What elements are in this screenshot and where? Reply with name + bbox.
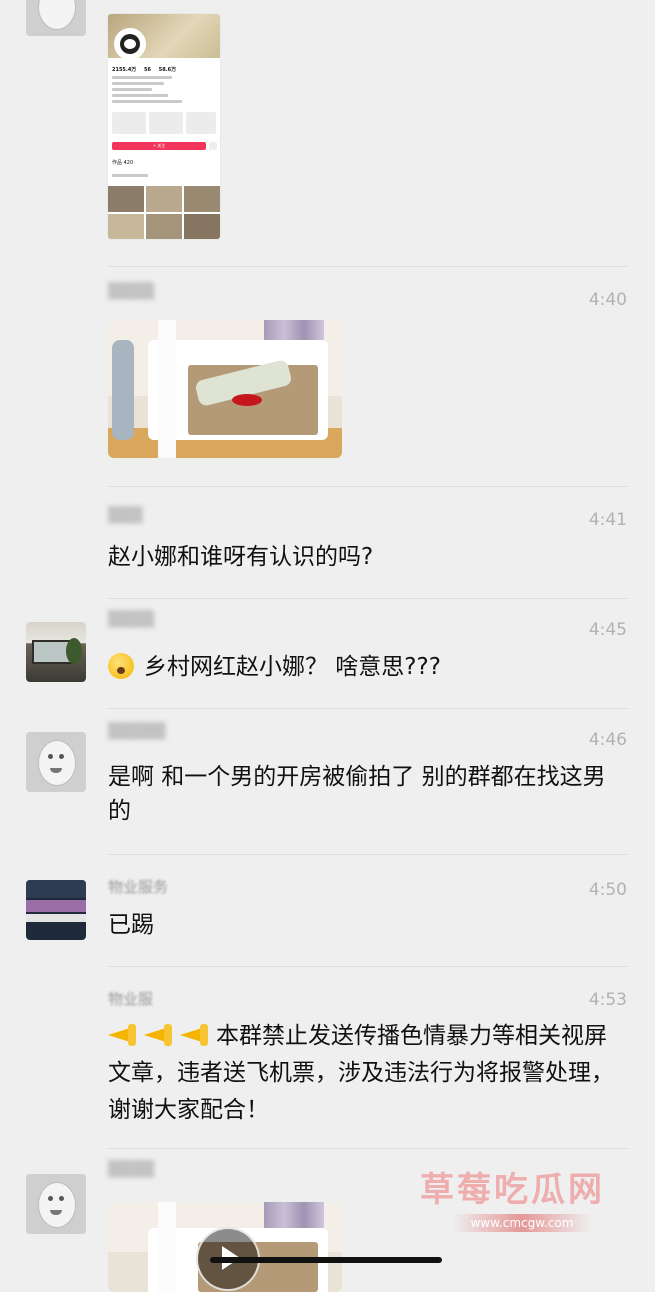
megaphone-icon bbox=[144, 1024, 174, 1046]
sender-name-blurred: ▒▒▒▒ bbox=[108, 282, 155, 300]
divider bbox=[108, 854, 628, 855]
message-text: 乡村网红赵小娜？ 啥意思??? bbox=[108, 650, 628, 684]
stat-following: 56 bbox=[144, 67, 152, 73]
watermark-title: 草莓吃瓜网 bbox=[420, 1170, 605, 1210]
stat-followers: 58.6万 bbox=[158, 67, 177, 73]
stat-likes: 2155.4万 bbox=[112, 67, 137, 73]
megaphone-icon bbox=[108, 1024, 138, 1046]
message-time: 4:41 bbox=[588, 510, 627, 530]
message-text-content: 乡村网红赵小娜？ 啥意思??? bbox=[144, 654, 441, 680]
home-indicator[interactable] bbox=[210, 1257, 442, 1263]
message-time: 4:46 bbox=[588, 730, 627, 750]
sender-avatar[interactable] bbox=[26, 732, 86, 792]
sender-name-blurred: ▒▒▒ bbox=[108, 506, 143, 524]
message-time: 4:50 bbox=[588, 880, 627, 900]
shocked-face-emoji-icon bbox=[108, 653, 134, 679]
sender-avatar[interactable] bbox=[26, 622, 86, 682]
divider bbox=[108, 266, 628, 267]
sender-avatar[interactable] bbox=[26, 0, 86, 36]
bed-photo-image[interactable] bbox=[108, 320, 342, 458]
profile-screenshot-image[interactable]: 2155.4万 56 58.6万 + 关注 作品 420 bbox=[108, 14, 220, 239]
message-time: 4:53 bbox=[588, 990, 627, 1010]
sender-avatar[interactable] bbox=[26, 880, 86, 940]
video-grid bbox=[108, 186, 220, 239]
message-text: 已踢 bbox=[108, 912, 154, 938]
profile-stats: 2155.4万 56 58.6万 bbox=[112, 66, 182, 73]
divider bbox=[108, 486, 628, 487]
divider bbox=[108, 598, 628, 599]
message-time: 4:40 bbox=[588, 290, 627, 310]
message-time: 4:45 bbox=[588, 620, 627, 640]
follow-button: + 关注 bbox=[112, 142, 206, 150]
message-text: 赵小娜和谁呀有认识的吗? bbox=[108, 544, 374, 570]
divider bbox=[108, 966, 628, 967]
profile-avatar bbox=[114, 28, 146, 60]
message-text: 是啊 和一个男的开房被偷拍了 别的群都在找这男的 bbox=[108, 764, 606, 824]
sender-name-blurred: ▒▒▒▒▒ bbox=[108, 722, 166, 740]
works-label: 作品 420 bbox=[112, 160, 134, 166]
message-text: 本群禁止发送传播色情暴力等相关视屏文章，违者送飞机票，涉及违法行为将报警处理，谢… bbox=[108, 1018, 628, 1129]
megaphone-icon bbox=[180, 1024, 210, 1046]
sender-name: 物业服务 bbox=[108, 878, 169, 896]
watermark-url: www.cmcgw.com bbox=[452, 1214, 592, 1232]
divider bbox=[108, 708, 628, 709]
sender-avatar[interactable] bbox=[26, 1174, 86, 1234]
sender-name: 物业服 bbox=[108, 990, 154, 1008]
divider bbox=[108, 1148, 628, 1149]
sender-name-blurred: ▒▒▒▒ bbox=[108, 610, 155, 628]
video-thumbnail[interactable] bbox=[108, 1202, 342, 1292]
sender-name-blurred: ▒▒▒▒ bbox=[108, 1160, 155, 1178]
